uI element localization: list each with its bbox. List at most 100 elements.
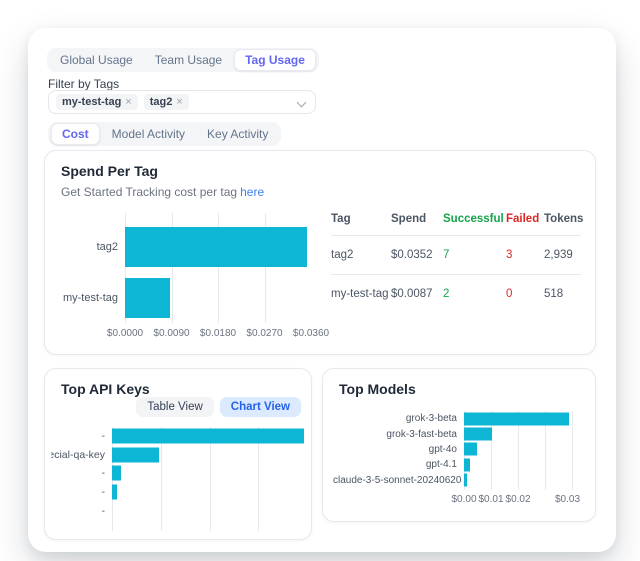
spend-per-tag-chart: tag2 my-test-tag $0.0000 $0.0090 $0.0180 $0.… xyxy=(61,213,311,339)
spend-card-subtitle: Get Started Tracking cost per taghere xyxy=(61,185,264,199)
bar xyxy=(125,227,307,267)
view-tabs: Cost Model Activity Key Activity xyxy=(48,122,281,146)
bar xyxy=(125,278,170,318)
category-label: gpt-4o xyxy=(333,444,464,455)
tab-tag-usage[interactable]: Tag Usage xyxy=(234,49,316,71)
chart-row: - xyxy=(51,427,307,446)
top-api-keys-card: Top API Keys Table View Chart View - peci… xyxy=(44,368,312,540)
here-link[interactable]: here xyxy=(240,185,264,199)
chevron-down-icon xyxy=(297,98,307,108)
cell-successful: 2 xyxy=(443,275,506,314)
category-label: gpt-4.1 xyxy=(333,459,464,470)
col-header-tag: Tag xyxy=(331,207,391,236)
x-axis: $0.0000$0.0090$0.0180$0.0270$0.0360 xyxy=(125,325,311,339)
bar xyxy=(464,474,467,487)
cell-tokens: 518 xyxy=(544,275,581,314)
cell-spend: $0.0087 xyxy=(391,275,443,314)
chart-view-button[interactable]: Chart View xyxy=(220,397,301,417)
models-card-title: Top Models xyxy=(339,381,416,397)
x-axis: $0.00$0.01$0.02$0.03 xyxy=(464,491,579,505)
tag-pill-label: my-test-tag xyxy=(62,96,121,108)
category-label: grok-3-beta xyxy=(333,413,464,424)
subtitle-text: Get Started Tracking cost per tag xyxy=(61,185,237,199)
chart-row: - xyxy=(51,483,307,502)
usage-tabs: Global Usage Team Usage Tag Usage xyxy=(47,48,319,72)
category-label: - xyxy=(51,505,112,517)
x-tick-label: $0.00 xyxy=(451,494,476,505)
view-toggle: Table View Chart View xyxy=(136,397,301,417)
chart-row: pecial-qa-key xyxy=(51,446,307,465)
table-header-row: Tag Spend Successful Failed Tokens xyxy=(331,207,581,236)
bar xyxy=(464,458,470,471)
category-label: pecial-qa-key xyxy=(51,449,112,461)
chart-row: tag2 xyxy=(61,221,311,272)
spend-table: Tag Spend Successful Failed Tokens tag2 … xyxy=(331,207,581,313)
spend-card-title: Spend Per Tag xyxy=(61,163,158,179)
bar xyxy=(112,447,159,462)
bar-track xyxy=(464,426,579,441)
selected-tag-pill: my-test-tag × xyxy=(56,94,138,110)
x-tick-label: $0.0180 xyxy=(200,328,236,339)
dashboard-container: Global Usage Team Usage Tag Usage Filter… xyxy=(28,28,616,552)
category-label: tag2 xyxy=(61,241,125,253)
chart-row: gpt-4.1 xyxy=(333,457,579,472)
col-header-tokens: Tokens xyxy=(544,207,581,236)
remove-tag-icon[interactable]: × xyxy=(176,96,182,108)
bar-track xyxy=(112,464,307,483)
bar xyxy=(464,412,569,425)
tab-cost[interactable]: Cost xyxy=(51,123,100,145)
table-view-button[interactable]: Table View xyxy=(136,397,213,417)
bar-track xyxy=(464,457,579,472)
x-tick-label: $0.02 xyxy=(506,494,531,505)
category-label: - xyxy=(51,486,112,498)
spend-per-tag-card: Spend Per Tag Get Started Tracking cost … xyxy=(44,150,596,355)
x-tick-label: $0.0270 xyxy=(246,328,282,339)
bar-track xyxy=(125,221,311,272)
selected-tag-pill: tag2 × xyxy=(144,94,189,110)
bar xyxy=(112,466,121,481)
bar-track xyxy=(125,272,311,323)
category-label: - xyxy=(51,467,112,479)
cell-tag: my-test-tag xyxy=(331,275,391,314)
cell-tokens: 2,939 xyxy=(544,236,581,275)
col-header-successful: Successful xyxy=(443,207,506,236)
top-models-card: Top Models grok-3-beta grok-3-fast-beta gp… xyxy=(322,368,596,522)
x-tick-label: $0.01 xyxy=(479,494,504,505)
bar xyxy=(464,428,492,441)
chart-row: gpt-4o xyxy=(333,442,579,457)
tags-filter-select[interactable]: my-test-tag × tag2 × xyxy=(48,90,316,114)
tab-global-usage[interactable]: Global Usage xyxy=(50,50,143,70)
tab-model-activity[interactable]: Model Activity xyxy=(102,124,195,144)
bar xyxy=(112,485,117,500)
chart-row: my-test-tag xyxy=(61,272,311,323)
remove-tag-icon[interactable]: × xyxy=(125,96,131,108)
x-tick-label: $0.0090 xyxy=(153,328,189,339)
tab-team-usage[interactable]: Team Usage xyxy=(145,50,232,70)
cell-tag: tag2 xyxy=(331,236,391,275)
bar xyxy=(112,429,304,444)
cell-spend: $0.0352 xyxy=(391,236,443,275)
category-label: grok-3-fast-beta xyxy=(333,429,464,440)
top-api-keys-chart: - pecial-qa-key - - - xyxy=(51,427,307,531)
tag-pill-label: tag2 xyxy=(150,96,173,108)
tab-key-activity[interactable]: Key Activity xyxy=(197,124,278,144)
cell-successful: 7 xyxy=(443,236,506,275)
x-tick-label: $0.0000 xyxy=(107,328,143,339)
chart-row: grok-3-beta xyxy=(333,411,579,426)
chart-row: - xyxy=(51,501,307,520)
category-label: claude-3-5-sonnet-20240620 xyxy=(333,475,464,486)
category-label: my-test-tag xyxy=(61,292,125,304)
bar xyxy=(464,443,477,456)
filter-by-tags-label: Filter by Tags xyxy=(48,77,119,91)
col-header-spend: Spend xyxy=(391,207,443,236)
bar-track xyxy=(464,411,579,426)
x-tick-label: $0.03 xyxy=(555,494,580,505)
table-row: tag2 $0.0352 7 3 2,939 xyxy=(331,236,581,275)
category-label: - xyxy=(51,430,112,442)
bar-track xyxy=(112,446,307,465)
chart-row: - xyxy=(51,464,307,483)
chart-row: claude-3-5-sonnet-20240620 xyxy=(333,473,579,488)
x-tick-label: $0.0360 xyxy=(293,328,329,339)
col-header-failed: Failed xyxy=(506,207,544,236)
api-keys-card-title: Top API Keys xyxy=(61,381,150,397)
